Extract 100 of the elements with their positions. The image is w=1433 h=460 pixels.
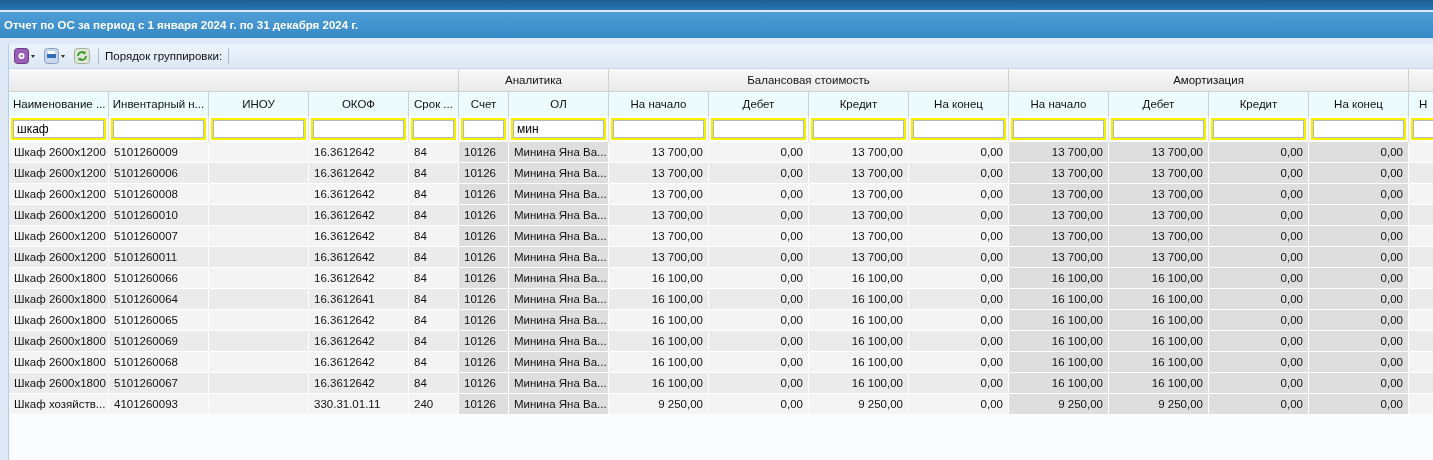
table-cell: 13 700,00 <box>1109 205 1209 226</box>
table-cell: 13 700,00 <box>1009 247 1109 268</box>
table-cell: 0,00 <box>1209 184 1309 205</box>
column-header[interactable]: Счет <box>459 92 509 116</box>
table-cell: 0,00 <box>709 331 809 352</box>
table-cell: 84 <box>409 289 459 310</box>
table-cell: 16.3612642 <box>309 247 409 268</box>
table-cell: 16 100,00 <box>809 352 909 373</box>
column-header[interactable]: Кредит <box>1209 92 1309 116</box>
table-cell: 16 100,00 <box>809 268 909 289</box>
settings-menu-button[interactable] <box>12 47 38 65</box>
table-cell: 0,00 <box>1209 352 1309 373</box>
table-cell: 5101260065 <box>109 310 209 331</box>
table-cell: 13 700,00 <box>1009 205 1109 226</box>
table-cell: 5101260068 <box>109 352 209 373</box>
table-cell: Шкаф 2600x1200 <box>9 247 109 268</box>
column-header[interactable]: ОЛ <box>509 92 609 116</box>
table-cell: 84 <box>409 142 459 163</box>
table-cell: 0,00 <box>709 247 809 268</box>
refresh-button[interactable] <box>72 47 92 65</box>
column-header[interactable]: ОКОФ <box>309 92 409 116</box>
table-cell: 0,00 <box>709 163 809 184</box>
filter-field[interactable] <box>311 118 406 140</box>
table-cell: 0,00 <box>1309 289 1409 310</box>
table-cell: 10126 <box>459 247 509 268</box>
column-header[interactable]: Кредит <box>809 92 909 116</box>
table-cell: 0,00 <box>909 310 1009 331</box>
column-header[interactable]: Наименование ... <box>9 92 109 116</box>
column-header[interactable]: На конец <box>909 92 1009 116</box>
print-menu-button[interactable] <box>42 47 68 65</box>
window-title: Отчет по ОС за период с 1 января 2024 г. по 31 декабря 2024 г. <box>0 12 1433 38</box>
table-cell: 16 100,00 <box>809 331 909 352</box>
filter-field[interactable] <box>1011 118 1106 140</box>
column-header[interactable]: Дебет <box>1109 92 1209 116</box>
filter-field[interactable] <box>611 118 706 140</box>
table-cell: 16.3612642 <box>309 331 409 352</box>
table-cell: Минина Яна Ва... <box>509 289 609 310</box>
table-cell: 16.3612642 <box>309 268 409 289</box>
table-cell: 0,00 <box>1309 226 1409 247</box>
table-cell: 10126 <box>459 226 509 247</box>
table-cell: 0,00 <box>909 394 1009 415</box>
table-cell: Шкаф 2600x1800 <box>9 352 109 373</box>
filter-field[interactable] <box>911 118 1006 140</box>
table-cell: 10126 <box>459 142 509 163</box>
column-header[interactable]: На конец <box>1309 92 1409 116</box>
column-header[interactable]: ИНОУ <box>209 92 309 116</box>
table-cell: 16 100,00 <box>609 289 709 310</box>
table-cell: 5101260008 <box>109 184 209 205</box>
table-cell: 0,00 <box>909 247 1009 268</box>
table-cell: 16 100,00 <box>1109 373 1209 394</box>
table-cell: 16.3612641 <box>309 289 409 310</box>
column-header[interactable]: Инвентарный н... <box>109 92 209 116</box>
table-cell: 5101260011 <box>109 247 209 268</box>
table-cell: 0,00 <box>709 394 809 415</box>
column-header[interactable]: На начало <box>609 92 709 116</box>
table-cell: 10126 <box>459 163 509 184</box>
table-cell: 16 100,00 <box>609 352 709 373</box>
table-cell: Шкаф 2600x1200 <box>9 205 109 226</box>
table-cell: 16.3612642 <box>309 163 409 184</box>
column-header[interactable]: Срок ... <box>409 92 459 116</box>
table-cell: Минина Яна Ва... <box>509 184 609 205</box>
filter-field[interactable] <box>411 118 456 140</box>
table-cell: Минина Яна Ва... <box>509 373 609 394</box>
table-cell: 84 <box>409 352 459 373</box>
table-cell: 16 100,00 <box>809 310 909 331</box>
table-cell: Шкаф 2600x1200 <box>9 163 109 184</box>
table-cell: 16 100,00 <box>1109 310 1209 331</box>
table-cell: 84 <box>409 310 459 331</box>
grouping-order-label: Порядок группировки: <box>105 50 223 62</box>
table-cell: 5101260066 <box>109 268 209 289</box>
table-cell: 0,00 <box>909 205 1009 226</box>
table-cell: 0,00 <box>709 226 809 247</box>
filter-field[interactable]: мин <box>511 118 606 140</box>
table-cell: 9 250,00 <box>1009 394 1109 415</box>
table-cell: 13 700,00 <box>1109 226 1209 247</box>
filter-field[interactable] <box>1211 118 1306 140</box>
filter-field[interactable] <box>711 118 806 140</box>
table-cell: 0,00 <box>709 373 809 394</box>
filter-field[interactable] <box>811 118 906 140</box>
table-cell: 84 <box>409 226 459 247</box>
column-header[interactable]: На начало <box>1009 92 1109 116</box>
filter-field[interactable] <box>1111 118 1206 140</box>
table-cell: 5101260007 <box>109 226 209 247</box>
table-cell: 0,00 <box>909 373 1009 394</box>
column-header[interactable]: Дебет <box>709 92 809 116</box>
table-cell: 0,00 <box>1309 352 1409 373</box>
table-cell: 0,00 <box>909 289 1009 310</box>
table-cell: 13 700,00 <box>1009 163 1109 184</box>
table-cell: 16.3612642 <box>309 205 409 226</box>
column-header[interactable]: Н <box>1409 92 1433 116</box>
filter-field[interactable] <box>111 118 206 140</box>
filter-field[interactable]: шкаф <box>11 118 106 140</box>
filter-field[interactable] <box>211 118 306 140</box>
table-cell: 0,00 <box>909 331 1009 352</box>
filter-field[interactable] <box>1311 118 1406 140</box>
filter-field[interactable] <box>461 118 506 140</box>
table-cell: Минина Яна Ва... <box>509 394 609 415</box>
table-cell: 16.3612642 <box>309 373 409 394</box>
table-cell: 0,00 <box>1209 331 1309 352</box>
table-cell: 13 700,00 <box>809 142 909 163</box>
